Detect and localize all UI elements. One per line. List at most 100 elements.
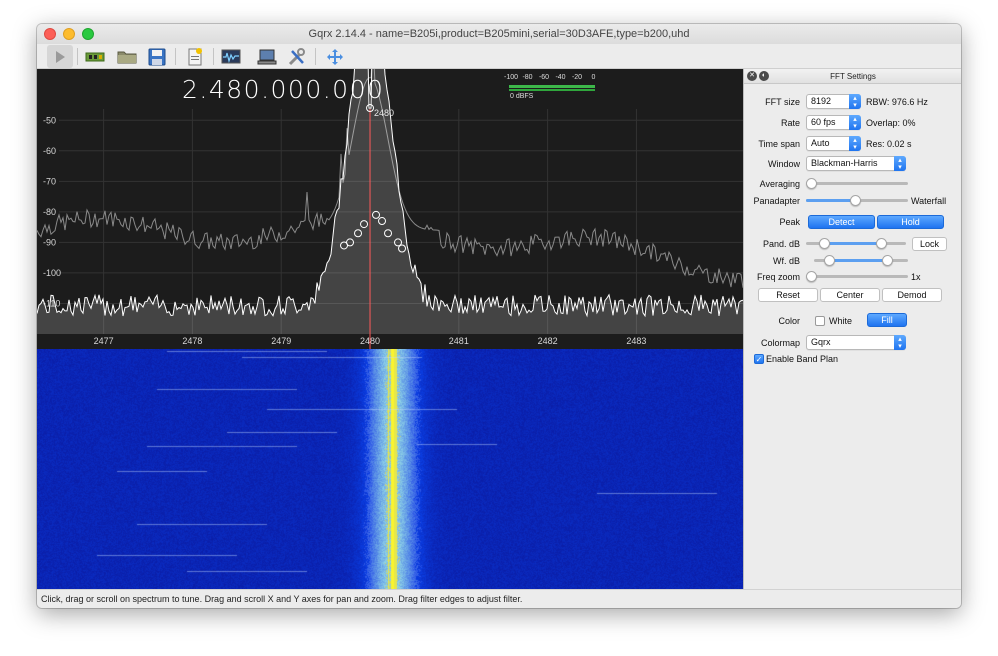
x-tick-label: 2483 bbox=[626, 336, 646, 346]
panadapter-waterfall-knob[interactable] bbox=[849, 195, 861, 206]
pand-db-range-slider[interactable] bbox=[806, 238, 906, 249]
freq-zoom-knob[interactable] bbox=[806, 271, 817, 282]
wf-db-label: Wf. dB bbox=[772, 256, 800, 266]
meter-unit-label: 0 dBFS bbox=[510, 93, 534, 100]
wf-db-range-slider[interactable] bbox=[814, 255, 908, 266]
peak-label: Peak bbox=[779, 217, 800, 227]
document-star-icon bbox=[188, 47, 202, 65]
fft-size-select[interactable]: 8192 ▴ ▾ bbox=[806, 94, 861, 109]
waterfall-display[interactable] bbox=[37, 349, 743, 589]
wf-db-high-knob[interactable] bbox=[882, 255, 894, 266]
pand-db-label: Pand. dB bbox=[762, 239, 800, 249]
time-span-value: Auto bbox=[811, 138, 830, 148]
pand-db-high-knob[interactable] bbox=[876, 238, 888, 249]
fill-button[interactable]: Fill bbox=[867, 313, 907, 327]
pand-db-low-knob[interactable] bbox=[819, 238, 831, 249]
meter-tick-label: -40 bbox=[555, 74, 566, 81]
meter-tick-label: -60 bbox=[538, 74, 550, 81]
panel-header: ✕ ◐ FFT Settings bbox=[744, 69, 961, 84]
meter-tick-label: -100 bbox=[503, 74, 519, 81]
rbw-info: RBW: 976.6 Hz bbox=[866, 97, 928, 107]
plot-area: -50-60-70-80-90-100-11024772478247924802… bbox=[37, 69, 743, 589]
x-tick-label: 2481 bbox=[449, 336, 469, 346]
meter-bar bbox=[509, 85, 595, 88]
wrench-screwdriver-icon bbox=[288, 47, 305, 65]
meter-tick-label: 0 bbox=[591, 74, 596, 81]
slider-fill bbox=[824, 242, 882, 245]
panadapter-waterfall-slider[interactable] bbox=[806, 195, 908, 206]
freq-zoom-slider[interactable] bbox=[806, 271, 908, 282]
signal-meter: -100 -80 -60 -40 -20 0 0 dBFS bbox=[503, 74, 598, 102]
play-icon bbox=[56, 50, 65, 63]
white-checkbox[interactable] bbox=[815, 316, 825, 326]
tuning-marker-label: 2480 bbox=[374, 108, 394, 118]
rate-select[interactable]: 60 fps ▴ ▾ bbox=[806, 115, 861, 130]
x-tick-label: 2479 bbox=[271, 336, 291, 346]
status-bar: Click, drag or scroll on spectrum to tun… bbox=[37, 589, 961, 608]
overlap-info: Overlap: 0% bbox=[866, 118, 916, 128]
meter-bar-secondary bbox=[509, 89, 595, 91]
title-bar: Gqrx 2.14.4 - name=B205i,product=B205min… bbox=[37, 24, 961, 44]
open-file-button[interactable] bbox=[114, 45, 140, 68]
bookmarks-button[interactable] bbox=[182, 45, 208, 68]
start-dsp-button[interactable] bbox=[47, 45, 73, 68]
wf-db-low-knob[interactable] bbox=[823, 255, 835, 266]
frequency-readout[interactable]: 2.480.000.000 bbox=[182, 75, 384, 104]
demod-button[interactable]: Demod bbox=[882, 288, 942, 302]
panadapter-label: Panadapter bbox=[753, 196, 800, 206]
window-select[interactable]: Blackman-Harris ▴ ▾ bbox=[806, 156, 906, 171]
chevron-updown-icon: ▴ ▾ bbox=[849, 94, 861, 109]
window-title: Gqrx 2.14.4 - name=B205i,product=B205min… bbox=[308, 28, 690, 40]
fullscreen-button[interactable] bbox=[322, 45, 348, 68]
colormap-select[interactable]: Gqrx ▴ ▾ bbox=[806, 335, 906, 350]
toolbar-separator bbox=[315, 48, 316, 65]
panel-title: FFT Settings bbox=[830, 72, 876, 81]
band-plan-checkbox[interactable]: ✓ bbox=[754, 354, 764, 364]
close-window-button[interactable] bbox=[44, 28, 56, 40]
device-board-icon bbox=[85, 52, 105, 61]
peak-detect-button[interactable]: Detect bbox=[808, 215, 875, 229]
x-tick-label: 2477 bbox=[94, 336, 114, 346]
save-button[interactable] bbox=[144, 45, 170, 68]
minimize-window-button[interactable] bbox=[63, 28, 75, 40]
averaging-knob[interactable] bbox=[806, 178, 817, 189]
configure-device-button[interactable] bbox=[82, 45, 108, 68]
zoom-window-button[interactable] bbox=[82, 28, 94, 40]
fft-settings-panel: ✕ ◐ FFT Settings FFT size 8192 ▴ ▾ RBW: 97… bbox=[743, 69, 961, 589]
chevron-updown-icon: ▴ ▾ bbox=[849, 115, 861, 130]
meter-tick-label: -20 bbox=[571, 74, 583, 81]
time-span-select[interactable]: Auto ▴ ▾ bbox=[806, 136, 861, 151]
resolution-info: Res: 0.02 s bbox=[866, 139, 912, 149]
network-button[interactable] bbox=[254, 45, 280, 68]
fft-size-value: 8192 bbox=[811, 96, 832, 106]
band-plan-label: Enable Band Plan bbox=[766, 354, 839, 364]
freq-zoom-value: 1x bbox=[911, 272, 921, 282]
remote-control-button[interactable] bbox=[218, 45, 244, 68]
x-tick-label: 2482 bbox=[538, 336, 558, 346]
center-button[interactable]: Center bbox=[820, 288, 880, 302]
slider-fill bbox=[806, 199, 855, 202]
color-label: Color bbox=[778, 316, 800, 326]
rate-label: Rate bbox=[780, 118, 800, 128]
float-panel-icon[interactable]: ◐ bbox=[759, 71, 769, 81]
reset-button[interactable]: Reset bbox=[758, 288, 818, 302]
peak-hold-button[interactable]: Hold bbox=[877, 215, 944, 229]
spectrum-plot[interactable]: -50-60-70-80-90-100-11024772478247924802… bbox=[37, 69, 743, 349]
toolbar-separator bbox=[175, 48, 176, 65]
floppy-disk-icon bbox=[148, 48, 166, 65]
window-label: Window bbox=[767, 159, 800, 169]
colormap-value: Gqrx bbox=[811, 337, 831, 347]
settings-button[interactable] bbox=[284, 45, 310, 68]
chevron-updown-icon: ▴ ▾ bbox=[894, 156, 906, 171]
averaging-label: Averaging bbox=[759, 179, 800, 189]
y-tick-label: -60 bbox=[43, 146, 56, 156]
meter-scale: -100 -80 -60 -40 -20 0 bbox=[503, 74, 598, 84]
y-tick-label: -50 bbox=[43, 115, 56, 125]
y-tick-label: -100 bbox=[43, 268, 61, 278]
slider-fill bbox=[828, 259, 888, 262]
time-span-label: Time span bbox=[758, 139, 800, 149]
averaging-slider[interactable] bbox=[806, 178, 908, 189]
close-panel-icon[interactable]: ✕ bbox=[747, 71, 757, 81]
white-label: White bbox=[829, 316, 853, 326]
lock-button[interactable]: Lock bbox=[912, 237, 947, 251]
